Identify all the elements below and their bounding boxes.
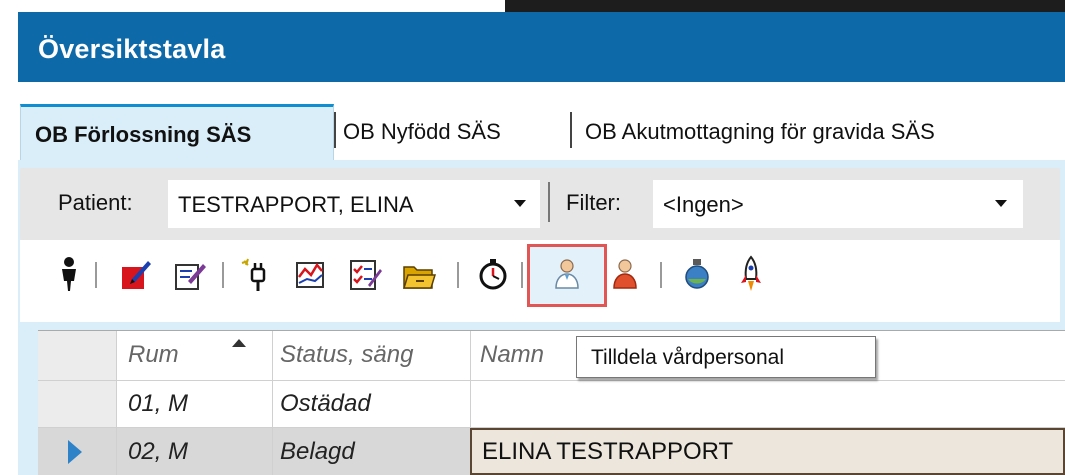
tooltip: Tilldela vårdpersonal [576, 336, 876, 378]
cell-namn-selected[interactable]: ELINA TESTRAPPORT [470, 428, 1065, 475]
column-header-namn[interactable]: Namn [480, 341, 544, 369]
tab-separator [570, 112, 572, 148]
top-dark-strip [505, 0, 1065, 12]
tab-bar: OB Förlossning SÄS OB Nyfödd SÄS OB Akut… [18, 82, 1065, 160]
tab-label: OB Nyfödd SÄS [343, 119, 501, 144]
grid-line [38, 380, 1065, 381]
chevron-down-icon[interactable] [514, 200, 526, 207]
title-bar: Översiktstavla [18, 12, 1065, 82]
patient-value: TESTRAPPORT, ELINA [178, 192, 414, 217]
tooltip-text: Tilldela vårdpersonal [591, 346, 784, 369]
toolbar-separator [521, 262, 523, 288]
red-edit-document-icon[interactable] [118, 255, 152, 293]
plug-icon[interactable] [240, 255, 274, 293]
filter-label: Filter: [566, 190, 621, 215]
cell-status: Ostädad [280, 390, 371, 417]
open-folder-icon[interactable] [402, 255, 437, 293]
left-margin [0, 82, 18, 475]
patient-label: Patient: [58, 190, 133, 215]
grid-line [272, 331, 273, 475]
cell-namn: ELINA TESTRAPPORT [482, 438, 734, 465]
patient-dropdown[interactable]: TESTRAPPORT, ELINA [168, 180, 540, 228]
assign-staff-icon[interactable] [550, 255, 584, 293]
person-silhouette-icon[interactable] [52, 255, 86, 293]
toolbar-separator [222, 262, 224, 288]
tab-ob-nyfodd[interactable]: OB Nyfödd SÄS [343, 104, 501, 160]
cell-rum: 01, M [128, 390, 189, 417]
checklist-icon[interactable] [348, 255, 382, 293]
cell-status: Belagd [280, 438, 355, 465]
sort-ascending-icon [232, 339, 246, 347]
bottle-icon[interactable] [680, 255, 714, 293]
tab-label: OB Akutmottagning för gravida SÄS [585, 119, 935, 144]
grid-line [116, 331, 117, 475]
stopwatch-icon[interactable] [476, 255, 510, 293]
filter-value: <Ingen> [663, 192, 744, 217]
toolbar-separator [457, 262, 459, 288]
row-pointer-icon [68, 440, 82, 464]
rocket-icon[interactable] [734, 255, 768, 293]
filter-separator [548, 182, 550, 222]
cell-rum: 02, M [128, 438, 189, 465]
toolbar-separator [95, 262, 97, 288]
edit-document-icon[interactable] [172, 255, 206, 293]
chevron-down-icon[interactable] [995, 200, 1007, 207]
toolbar-separator [660, 262, 662, 288]
tab-ob-forlossning[interactable]: OB Förlossning SÄS [20, 104, 334, 160]
tab-label: OB Förlossning SÄS [35, 122, 252, 147]
column-header-status[interactable]: Status, säng [280, 341, 413, 369]
window-title: Översiktstavla [38, 34, 226, 64]
filter-dropdown[interactable]: <Ingen> [653, 180, 1023, 228]
chart-icon[interactable] [294, 255, 328, 293]
red-person-icon[interactable] [608, 255, 642, 293]
tab-ob-akutmottagning[interactable]: OB Akutmottagning för gravida SÄS [585, 104, 935, 160]
column-header-rum[interactable]: Rum [128, 341, 179, 369]
tab-separator [334, 112, 336, 148]
